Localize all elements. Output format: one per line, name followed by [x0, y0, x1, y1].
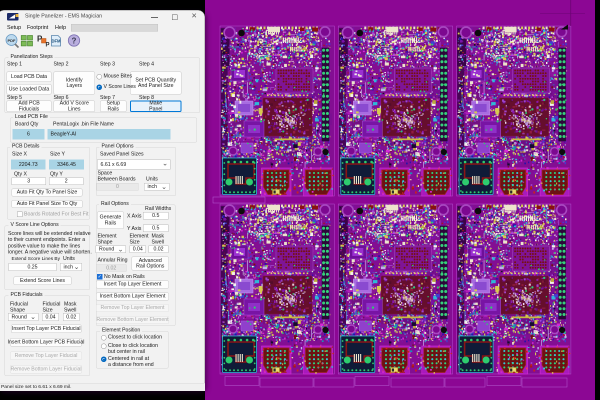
- svg-text:DFM: DFM: [51, 39, 61, 44]
- svg-text:?: ?: [72, 36, 77, 45]
- svg-text:PDF: PDF: [8, 38, 17, 43]
- svg-text:P: P: [46, 43, 50, 49]
